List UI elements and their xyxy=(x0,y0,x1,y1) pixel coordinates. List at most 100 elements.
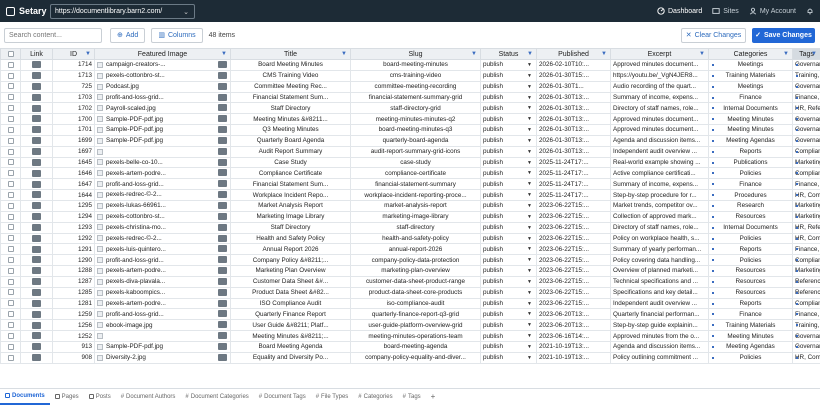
cell-status[interactable]: publish ▼ xyxy=(480,80,537,93)
cell-published[interactable]: 2023-06-22T15:... xyxy=(536,199,611,212)
table-row[interactable]: 1287 pexels-diva-plavala... Customer Dat… xyxy=(0,275,820,288)
cell-tags[interactable]: HR, Reference xyxy=(792,221,820,234)
cell-categories[interactable]: Meetings xyxy=(708,80,793,93)
cell-categories[interactable]: Finance xyxy=(708,91,793,104)
cell-featured-image[interactable]: Diversity-2.jpg xyxy=(94,351,231,364)
external-link-icon[interactable] xyxy=(32,278,41,286)
cell-published[interactable]: 2026-01-30T13:... xyxy=(536,124,611,136)
upload-icon[interactable] xyxy=(218,158,227,166)
cell-excerpt[interactable]: Directory of staff names, role... xyxy=(610,102,709,115)
cell-tags[interactable]: Finance, Governance xyxy=(792,243,820,256)
cell-status[interactable]: publish ▼ xyxy=(480,69,537,82)
cell-published[interactable]: 2023-06-22T15:... xyxy=(536,275,611,288)
cell-tags[interactable]: Training, Technical xyxy=(792,319,820,332)
cell-featured-image[interactable]: pexels-artem-podre... xyxy=(94,297,231,310)
column-header-link[interactable]: Link xyxy=(20,48,53,60)
table-row[interactable]: 1295 pexels-lukas-66961... Market Analys… xyxy=(0,199,820,212)
cell-title[interactable]: CMS Training Video xyxy=(230,69,351,82)
cell-link[interactable] xyxy=(20,265,53,277)
cell-slug[interactable]: meeting-minutes-minutes-q2 xyxy=(350,113,481,126)
cell-id[interactable]: 1646 xyxy=(52,167,95,180)
cell-categories[interactable]: Internal Documents xyxy=(708,102,793,115)
cell-id[interactable]: 1259 xyxy=(52,308,95,321)
table-row[interactable]: 725 Podcast.jpg Committee Meeting Rec...… xyxy=(0,80,820,93)
upload-icon[interactable] xyxy=(218,61,227,68)
upload-icon[interactable] xyxy=(218,267,227,275)
cell-featured-image[interactable]: Payroll-scaled.jpg xyxy=(94,102,231,115)
tab-posts[interactable]: Posts xyxy=(84,389,116,405)
cell-excerpt[interactable]: Independent audit overview ... xyxy=(610,145,709,158)
save-changes-button[interactable]: ✓ Save Changes xyxy=(752,27,815,43)
external-link-icon[interactable] xyxy=(32,158,41,166)
table-row[interactable]: 1259 profit-and-loss-grid... Quarterly F… xyxy=(0,308,820,321)
upload-icon[interactable] xyxy=(218,277,227,285)
cell-link[interactable] xyxy=(20,210,53,223)
cell-categories[interactable]: Research xyxy=(708,199,793,212)
filter-icon[interactable]: ▼ xyxy=(601,51,607,57)
external-link-icon[interactable] xyxy=(32,321,41,329)
row-checkbox[interactable] xyxy=(0,167,21,180)
cell-slug[interactable]: product-data-sheet-core-products xyxy=(350,286,481,299)
add-tab-button[interactable]: + xyxy=(426,392,441,401)
cell-published[interactable]: 2023-06-22T15:... xyxy=(536,265,611,277)
cell-featured-image[interactable]: pexels-artem-podre... xyxy=(94,167,231,180)
cell-categories[interactable]: Policies xyxy=(708,232,793,245)
external-link-icon[interactable] xyxy=(32,256,41,264)
columns-button[interactable]: ▥ Columns xyxy=(151,27,203,43)
cell-id[interactable]: 1700 xyxy=(52,113,95,126)
cell-categories[interactable]: Resources xyxy=(708,286,793,299)
cell-categories[interactable]: Resources xyxy=(708,275,793,288)
cell-featured-image[interactable]: pexels-redrec-©-2... xyxy=(94,232,231,245)
cell-slug[interactable]: financial-statement-summary xyxy=(350,178,481,191)
cell-excerpt[interactable]: Specifications and key detail... xyxy=(610,286,709,299)
cell-slug[interactable]: audit-report-summary-grid-icons xyxy=(350,145,481,158)
row-checkbox[interactable] xyxy=(0,189,21,201)
row-checkbox[interactable] xyxy=(0,59,21,71)
external-link-icon[interactable] xyxy=(32,126,41,134)
cell-status[interactable]: publish ▼ xyxy=(480,265,537,277)
cell-link[interactable] xyxy=(20,156,53,169)
external-link-icon[interactable] xyxy=(32,148,41,155)
nav-dashboard[interactable]: Dashboard xyxy=(657,7,702,15)
cell-status[interactable]: publish ▼ xyxy=(480,351,537,364)
row-checkbox[interactable] xyxy=(0,221,21,234)
cell-id[interactable]: 1699 xyxy=(52,134,95,147)
tab-categories[interactable]: # Categories xyxy=(353,389,397,405)
cell-slug[interactable]: board-meeting-minutes xyxy=(350,59,481,71)
row-checkbox[interactable] xyxy=(0,232,21,245)
cell-link[interactable] xyxy=(20,178,53,191)
cell-published[interactable]: 2023-06-20T13:... xyxy=(536,308,611,321)
cell-id[interactable]: 1256 xyxy=(52,319,95,332)
cell-status[interactable]: publish ▼ xyxy=(480,286,537,299)
cell-tags[interactable]: Training, Technical xyxy=(792,69,820,82)
cell-tags[interactable]: Finance, Compliance xyxy=(792,308,820,321)
cell-categories[interactable]: Reports xyxy=(708,297,793,310)
cell-link[interactable] xyxy=(20,145,53,158)
external-link-icon[interactable] xyxy=(32,93,41,101)
cell-excerpt[interactable]: Step-by-step procedure for r... xyxy=(610,189,709,201)
cell-title[interactable]: Health and Safety Policy xyxy=(230,232,351,245)
cell-tags[interactable]: HR, Compliance xyxy=(792,232,820,245)
cell-slug[interactable]: market-analysis-report xyxy=(350,199,481,212)
cell-link[interactable] xyxy=(20,243,53,256)
cell-featured-image[interactable]: pexels-lukas-66961... xyxy=(94,199,231,212)
cell-id[interactable]: 1647 xyxy=(52,178,95,191)
cell-title[interactable]: Meeting Minutes &#8211... xyxy=(230,113,351,126)
cell-id[interactable]: 1287 xyxy=(52,275,95,288)
upload-icon[interactable] xyxy=(218,212,227,220)
external-link-icon[interactable] xyxy=(32,310,41,318)
cell-slug[interactable]: health-and-safety-policy xyxy=(350,232,481,245)
app-logo[interactable]: Setary xyxy=(6,6,48,16)
cell-featured-image[interactable]: pexels-kaboompics... xyxy=(94,286,231,299)
table-row[interactable]: 1713 pexels-cottonbro-st... CMS Training… xyxy=(0,69,820,82)
external-link-icon[interactable] xyxy=(32,169,41,177)
cell-published[interactable]: 2025-11-24T17:... xyxy=(536,167,611,180)
table-row[interactable]: 1252 Meeting Minutes &#8211;... meeting-… xyxy=(0,330,820,342)
cell-tags[interactable]: Governance, Operations xyxy=(792,113,820,126)
cell-tags[interactable]: Finance, Compliance xyxy=(792,178,820,191)
cell-id[interactable]: 1285 xyxy=(52,286,95,299)
cell-featured-image[interactable]: profit-and-loss-grid... xyxy=(94,178,231,191)
cell-slug[interactable]: board-meeting-minutes-q3 xyxy=(350,124,481,136)
cell-excerpt[interactable]: Market trends, competitor ov... xyxy=(610,199,709,212)
row-checkbox[interactable] xyxy=(0,243,21,256)
